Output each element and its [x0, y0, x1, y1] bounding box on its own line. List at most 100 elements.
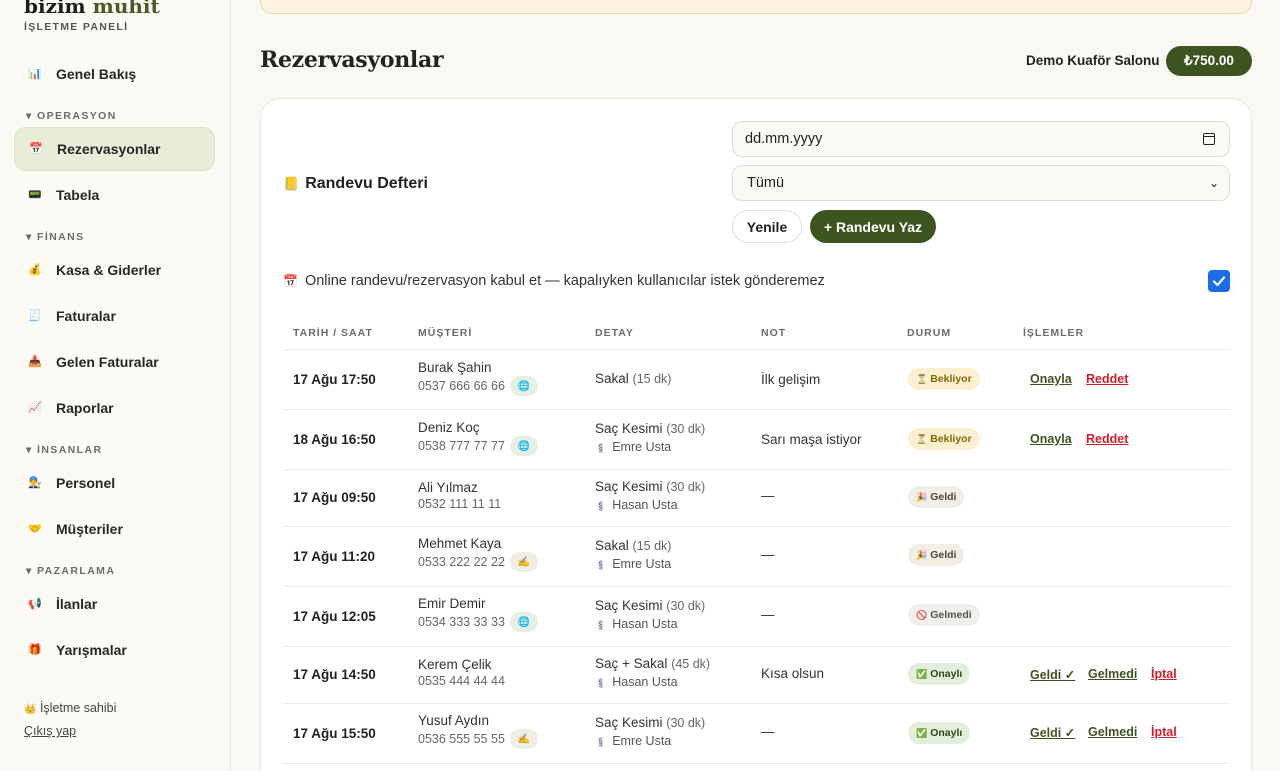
reservations-card: 📒 Randevu Defteri dd.mm.yyyy Tümü ⌄ Yenile… [260, 98, 1252, 771]
sidebar-item-staff[interactable]: 👨‍🔧 Personel [14, 461, 215, 505]
table-row[interactable]: 17 Ağu 17:50 Burak Şahin 0537 666 66 66 🌐… [283, 349, 1230, 409]
chevron-down-icon: ⌄ [1208, 176, 1219, 190]
phone-number: 0534 333 33 33 [418, 615, 505, 629]
staff-name: 💈 Emre Usta [595, 557, 671, 571]
table-row[interactable]: 17 Ağu 12:05 Emir Demir 0534 333 33 33 🌐 … [283, 586, 1230, 646]
row-datetime: 17 Ağu 14:50 [293, 667, 376, 682]
brand-logo[interactable]: bizim muhit [24, 0, 160, 18]
hourglass-icon: ⏳ [916, 373, 928, 384]
card-title: 📒 Randevu Defteri [283, 175, 428, 193]
owner-role-label: İşletme sahibi [39, 701, 117, 715]
row-datetime: 17 Ağu 12:05 [293, 609, 376, 624]
logout-link[interactable]: Çıkış yap [24, 724, 76, 738]
sidebar-item-signboard[interactable]: 📟 Tabela [14, 173, 215, 217]
col-header-date[interactable]: TARİH / SAAT [293, 327, 373, 339]
trend-icon: 📈 [28, 401, 42, 414]
refresh-button[interactable]: Yenile [732, 210, 802, 243]
table-row-divider [283, 763, 1230, 764]
customer-name: Emir Demir [418, 596, 486, 611]
service: Sakal (15 dk) [595, 371, 671, 386]
online-booking-checkbox[interactable] [1208, 270, 1230, 292]
mark-no-show-link[interactable]: Gelmedi [1088, 667, 1137, 681]
sidebar-item-cash[interactable]: 💰 Kasa & Giderler [14, 248, 215, 292]
sidebar: bizim muhit İŞLETME PANELİ 📊 Genel Bakış … [0, 0, 231, 771]
service: Saç Kesimi (30 dk) [595, 479, 705, 494]
brand-name: bizim [24, 0, 86, 18]
col-header-note[interactable]: NOT [761, 327, 786, 339]
status-label: Bekliyor [930, 433, 972, 445]
row-note: Kısa olsun [761, 666, 825, 681]
section-finans[interactable]: ▾ FİNANS [26, 231, 84, 243]
service: Saç Kesimi (30 dk) [595, 715, 705, 730]
hourglass-icon: ⏳ [916, 433, 928, 444]
customer-name: Yusuf Aydın [418, 713, 490, 728]
section-label: İNSANLAR [37, 444, 103, 456]
date-filter-input[interactable]: dd.mm.yyyy [732, 121, 1230, 157]
checkmark-icon [1212, 276, 1226, 287]
mark-arrived-link[interactable]: Geldi ✓ [1030, 667, 1075, 682]
status-badge: ⏳ Bekliyor [908, 368, 980, 390]
handshake-icon: 🤝 [28, 522, 42, 535]
sidebar-item-label: Kasa & Giderler [56, 262, 162, 278]
col-header-actions[interactable]: İŞLEMLER [1023, 327, 1084, 339]
gift-icon: 🎁 [28, 643, 42, 656]
sidebar-item-reservations[interactable]: 📅 Rezervasyonlar [14, 127, 215, 171]
sidebar-item-reports[interactable]: 📈 Raporlar [14, 386, 215, 430]
cancel-link[interactable]: İptal [1151, 725, 1177, 739]
service-name: Saç Kesimi [595, 598, 663, 613]
cancel-link[interactable]: İptal [1151, 667, 1177, 681]
table-row[interactable]: 17 Ağu 14:50 Kerem Çelik 0535 444 44 44 … [283, 646, 1230, 703]
table-row[interactable]: 18 Ağu 16:50 Deniz Koç 0538 777 77 77 🌐 S… [283, 409, 1230, 469]
row-datetime: 17 Ağu 09:50 [293, 490, 376, 505]
phone-number: 0532 111 11 11 [418, 497, 502, 511]
display-icon: 📟 [28, 188, 42, 201]
status-badge: 🚫 Gelmedi [908, 604, 980, 626]
approve-link[interactable]: Onayla [1030, 372, 1072, 386]
calendar-icon: 📅 [29, 142, 43, 155]
col-header-customer[interactable]: MÜŞTERİ [418, 327, 472, 339]
customer-phone: 0536 555 55 55 ✍️ [418, 729, 538, 749]
people-icon: 👨‍🔧 [28, 476, 42, 489]
status-filter-select[interactable]: Tümü ⌄ [732, 165, 1230, 201]
row-note: — [761, 724, 775, 739]
table-row[interactable]: 17 Ağu 15:50 Yusuf Aydın 0536 555 55 55 ✍… [283, 703, 1230, 763]
calendar-icon: 📅 [283, 274, 298, 288]
approve-link[interactable]: Onayla [1030, 432, 1072, 446]
calendar-picker-icon[interactable] [1203, 133, 1215, 145]
mark-arrived-link[interactable]: Geldi ✓ [1030, 725, 1075, 740]
service-duration: (30 dk) [666, 599, 706, 613]
sidebar-item-label: Rezervasyonlar [57, 141, 161, 157]
mark-no-show-link[interactable]: Gelmedi [1088, 725, 1137, 739]
col-header-status[interactable]: DURUM [907, 327, 951, 339]
col-header-detail[interactable]: DETAY [595, 327, 634, 339]
customer-name: Deniz Koç [418, 420, 480, 435]
globe-icon: 🌐 [509, 376, 538, 396]
sidebar-item-overview[interactable]: 📊 Genel Bakış [14, 52, 215, 96]
staff-name: 💈 Emre Usta [595, 440, 671, 454]
page-title: Rezervasyonlar [260, 47, 444, 73]
notebook-icon: 📒 [283, 176, 300, 191]
customer-phone: 0538 777 77 77 🌐 [418, 436, 538, 456]
balance-badge[interactable]: ₺750.00 [1166, 46, 1252, 76]
sidebar-item-invoices[interactable]: 🧾 Faturalar [14, 294, 215, 338]
staff-name: 💈 Hasan Usta [595, 617, 678, 631]
writing-hand-icon: ✍️ [509, 552, 538, 572]
sidebar-item-customers[interactable]: 🤝 Müşteriler [14, 507, 215, 551]
table-row[interactable]: 17 Ağu 11:20 Mehmet Kaya 0533 222 22 22 ✍… [283, 526, 1230, 586]
section-label: FİNANS [37, 231, 85, 243]
section-insanlar[interactable]: ▾ İNSANLAR [26, 444, 102, 456]
customer-phone: 0532 111 11 11 [418, 497, 501, 511]
section-pazarlama[interactable]: ▾ PAZARLAMA [26, 565, 115, 577]
reject-link[interactable]: Reddet [1086, 372, 1128, 386]
customer-phone: 0535 444 44 44 [418, 674, 505, 688]
check-icon: ✅ [916, 727, 928, 738]
customer-phone: 0533 222 22 22 ✍️ [418, 552, 538, 572]
sidebar-item-incoming-invoices[interactable]: 📥 Gelen Faturalar [14, 340, 215, 384]
new-reservation-button[interactable]: + Randevu Yaz [810, 210, 936, 243]
customer-name: Ali Yılmaz [418, 480, 478, 495]
sidebar-item-contests[interactable]: 🎁 Yarışmalar [14, 628, 215, 672]
sidebar-item-ads[interactable]: 📢 İlanlar [14, 582, 215, 626]
table-row[interactable]: 17 Ağu 09:50 Ali Yılmaz 0532 111 11 11 S… [283, 469, 1230, 526]
section-operasyon[interactable]: ▾ OPERASYON [26, 110, 117, 122]
reject-link[interactable]: Reddet [1086, 432, 1128, 446]
